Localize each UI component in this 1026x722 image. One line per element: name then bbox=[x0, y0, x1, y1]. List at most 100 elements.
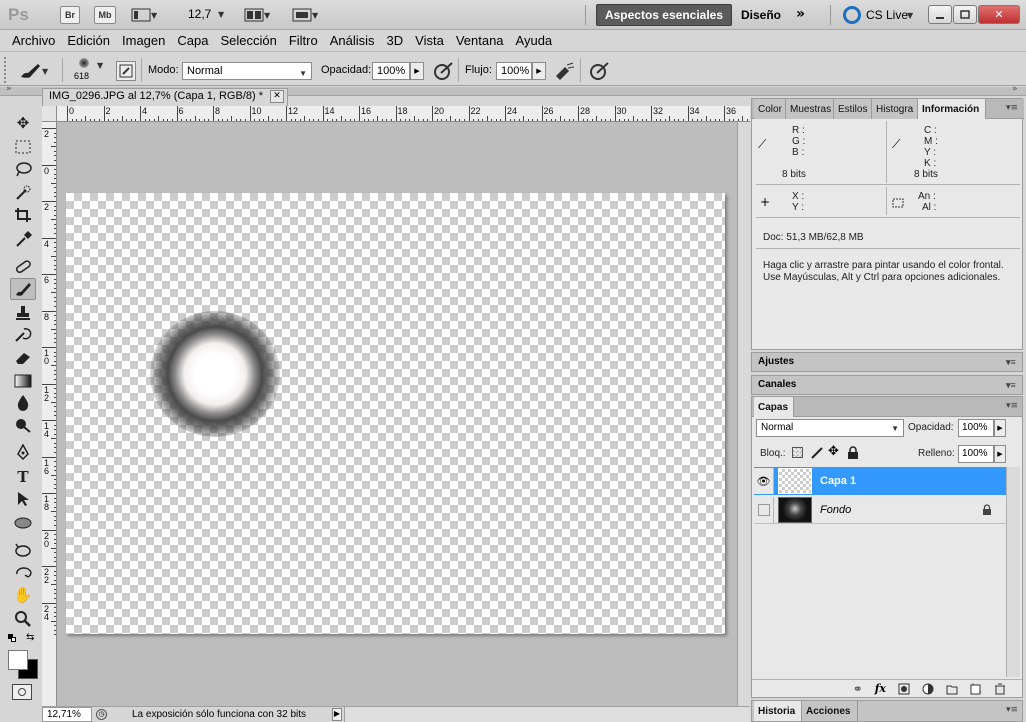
layer-name[interactable]: Capa 1 bbox=[820, 475, 856, 487]
new-group-icon[interactable] bbox=[946, 683, 958, 695]
ellipse-tool[interactable] bbox=[10, 512, 36, 534]
document-tab[interactable]: IMG_0296.JPG al 12,7% (Capa 1, RGB/8) * bbox=[42, 88, 288, 106]
eraser-tool[interactable] bbox=[10, 346, 36, 368]
status-menu-button[interactable]: ▶ bbox=[332, 708, 342, 721]
marquee-tool[interactable] bbox=[10, 136, 36, 158]
flow-slider-button[interactable]: ▶ bbox=[532, 62, 546, 80]
fill-input[interactable]: 100% bbox=[958, 445, 994, 463]
brush-tool[interactable] bbox=[10, 278, 36, 300]
channels-panel-tab[interactable]: Canales ▾≡ bbox=[751, 375, 1023, 395]
zoom-tool[interactable] bbox=[10, 608, 36, 630]
menu-edicion[interactable]: Edición bbox=[61, 33, 116, 48]
menu-filtro[interactable]: Filtro bbox=[283, 33, 324, 48]
layer-row-capa-1[interactable]: 👁 Capa 1 bbox=[754, 467, 1006, 495]
layers-scrollbar[interactable] bbox=[1006, 467, 1020, 677]
more-workspaces-icon[interactable]: » bbox=[796, 6, 805, 22]
menu-ayuda[interactable]: Ayuda bbox=[510, 33, 559, 48]
move-tool[interactable]: ✥ bbox=[10, 112, 36, 134]
trash-icon[interactable] bbox=[994, 683, 1006, 695]
menu-capa[interactable]: Capa bbox=[171, 33, 214, 48]
layer-opacity-slider-button[interactable]: ▶ bbox=[994, 419, 1006, 437]
menu-ventana[interactable]: Ventana bbox=[450, 33, 510, 48]
menu-3d[interactable]: 3D bbox=[381, 33, 410, 48]
close-button[interactable]: ✕ bbox=[978, 5, 1020, 24]
panel-menu-icon[interactable]: ▾≡ bbox=[1006, 705, 1018, 715]
cs-live-dropdown-icon[interactable]: ▼ bbox=[907, 11, 913, 20]
tab-historia[interactable]: Historia bbox=[754, 701, 802, 721]
layer-name[interactable]: Fondo bbox=[820, 504, 851, 516]
tab-capas[interactable]: Capas bbox=[754, 397, 794, 417]
lock-position-icon[interactable]: ✥ bbox=[828, 444, 839, 459]
menu-archivo[interactable]: Archivo bbox=[6, 33, 61, 48]
status-info-icon[interactable]: ◷ bbox=[96, 709, 107, 720]
fill-slider-button[interactable]: ▶ bbox=[994, 445, 1006, 463]
workspace-essentials-button[interactable]: Aspectos esenciales bbox=[596, 4, 732, 26]
bridge-button[interactable]: Br bbox=[60, 6, 80, 24]
new-layer-icon[interactable] bbox=[970, 683, 982, 695]
zoom-level[interactable]: 12,7 bbox=[188, 7, 211, 21]
fx-icon[interactable]: fx bbox=[875, 682, 886, 695]
lock-transparency-icon[interactable] bbox=[792, 447, 803, 458]
vertical-scrollbar[interactable] bbox=[737, 122, 750, 706]
cs-live-button[interactable]: CS Live bbox=[866, 8, 908, 22]
zoom-dropdown-icon[interactable]: ▼ bbox=[218, 10, 224, 19]
view-extras-button[interactable]: ▼ bbox=[131, 6, 161, 24]
ruler-origin[interactable] bbox=[42, 106, 57, 121]
pressure-size-toggle[interactable] bbox=[588, 61, 610, 81]
airbrush-toggle[interactable] bbox=[553, 61, 575, 81]
workspace-design-button[interactable]: Diseño bbox=[741, 8, 781, 22]
lasso-tool[interactable] bbox=[10, 158, 36, 180]
quick-mask-button[interactable] bbox=[12, 684, 32, 700]
blend-mode-select[interactable]: Normal ▼ bbox=[756, 419, 904, 437]
pen-tool[interactable] bbox=[10, 442, 36, 464]
layer-row-fondo[interactable]: Fondo bbox=[754, 496, 1006, 524]
path-selection-tool[interactable] bbox=[10, 488, 36, 510]
screen-mode-button[interactable]: ▼ bbox=[292, 6, 324, 24]
close-document-button[interactable]: ✕ bbox=[270, 90, 284, 103]
menu-seleccion[interactable]: Selección bbox=[214, 33, 282, 48]
quick-selection-tool[interactable] bbox=[10, 182, 36, 204]
clone-stamp-tool[interactable] bbox=[10, 302, 36, 324]
flow-input[interactable]: 100% bbox=[496, 62, 532, 80]
visibility-toggle[interactable] bbox=[754, 496, 774, 523]
menu-vista[interactable]: Vista bbox=[409, 33, 450, 48]
brush-panel-toggle[interactable] bbox=[116, 61, 136, 81]
eyedropper-tool[interactable] bbox=[10, 228, 36, 250]
tab-estilos[interactable]: Estilos bbox=[834, 99, 872, 119]
brush-picker[interactable]: ▼ 618 bbox=[74, 57, 108, 83]
panel-menu-icon[interactable]: ▾≡ bbox=[1006, 401, 1018, 411]
zoom-percent-field[interactable]: 12,71% bbox=[42, 707, 92, 722]
minibridge-button[interactable]: Mb bbox=[94, 6, 116, 24]
collapse-panels-icon[interactable]: » bbox=[1012, 84, 1018, 94]
tab-color[interactable]: Color bbox=[754, 99, 786, 119]
pressure-opacity-toggle[interactable] bbox=[432, 61, 454, 81]
dodge-tool[interactable] bbox=[10, 414, 36, 436]
adjustment-layer-icon[interactable] bbox=[922, 683, 934, 695]
tab-muestras[interactable]: Muestras bbox=[786, 99, 834, 119]
tab-informacion[interactable]: Información bbox=[918, 99, 986, 119]
menu-analisis[interactable]: Análisis bbox=[324, 33, 381, 48]
minimize-button[interactable] bbox=[928, 5, 952, 24]
panel-menu-icon[interactable]: ▾≡ bbox=[1006, 357, 1016, 368]
arrange-documents-button[interactable]: ▼ bbox=[244, 6, 274, 24]
swap-colors-icon[interactable]: ⇆ bbox=[26, 632, 34, 643]
3d-rotate-tool[interactable] bbox=[10, 540, 36, 562]
blur-tool[interactable] bbox=[10, 392, 36, 414]
crop-tool[interactable] bbox=[10, 204, 36, 226]
tab-acciones[interactable]: Acciones bbox=[802, 701, 858, 721]
opacity-slider-button[interactable]: ▶ bbox=[410, 62, 424, 80]
panel-menu-icon[interactable]: ▾≡ bbox=[1006, 380, 1016, 391]
layer-opacity-input[interactable]: 100% bbox=[958, 419, 994, 437]
tab-histograma[interactable]: Histogra bbox=[872, 99, 918, 119]
type-tool[interactable]: T bbox=[10, 466, 36, 488]
healing-brush-tool[interactable] bbox=[10, 256, 36, 278]
horizontal-scrollbar[interactable] bbox=[344, 707, 750, 722]
mode-select[interactable]: Normal ▼ bbox=[182, 62, 312, 80]
visibility-toggle[interactable]: 👁 bbox=[754, 468, 774, 494]
lock-pixels-icon[interactable] bbox=[810, 446, 824, 460]
menu-imagen[interactable]: Imagen bbox=[116, 33, 171, 48]
lock-all-icon[interactable] bbox=[847, 446, 859, 460]
link-layers-icon[interactable]: ⚭ bbox=[853, 682, 863, 696]
default-colors-icon[interactable] bbox=[8, 634, 16, 642]
gradient-tool[interactable] bbox=[10, 370, 36, 392]
